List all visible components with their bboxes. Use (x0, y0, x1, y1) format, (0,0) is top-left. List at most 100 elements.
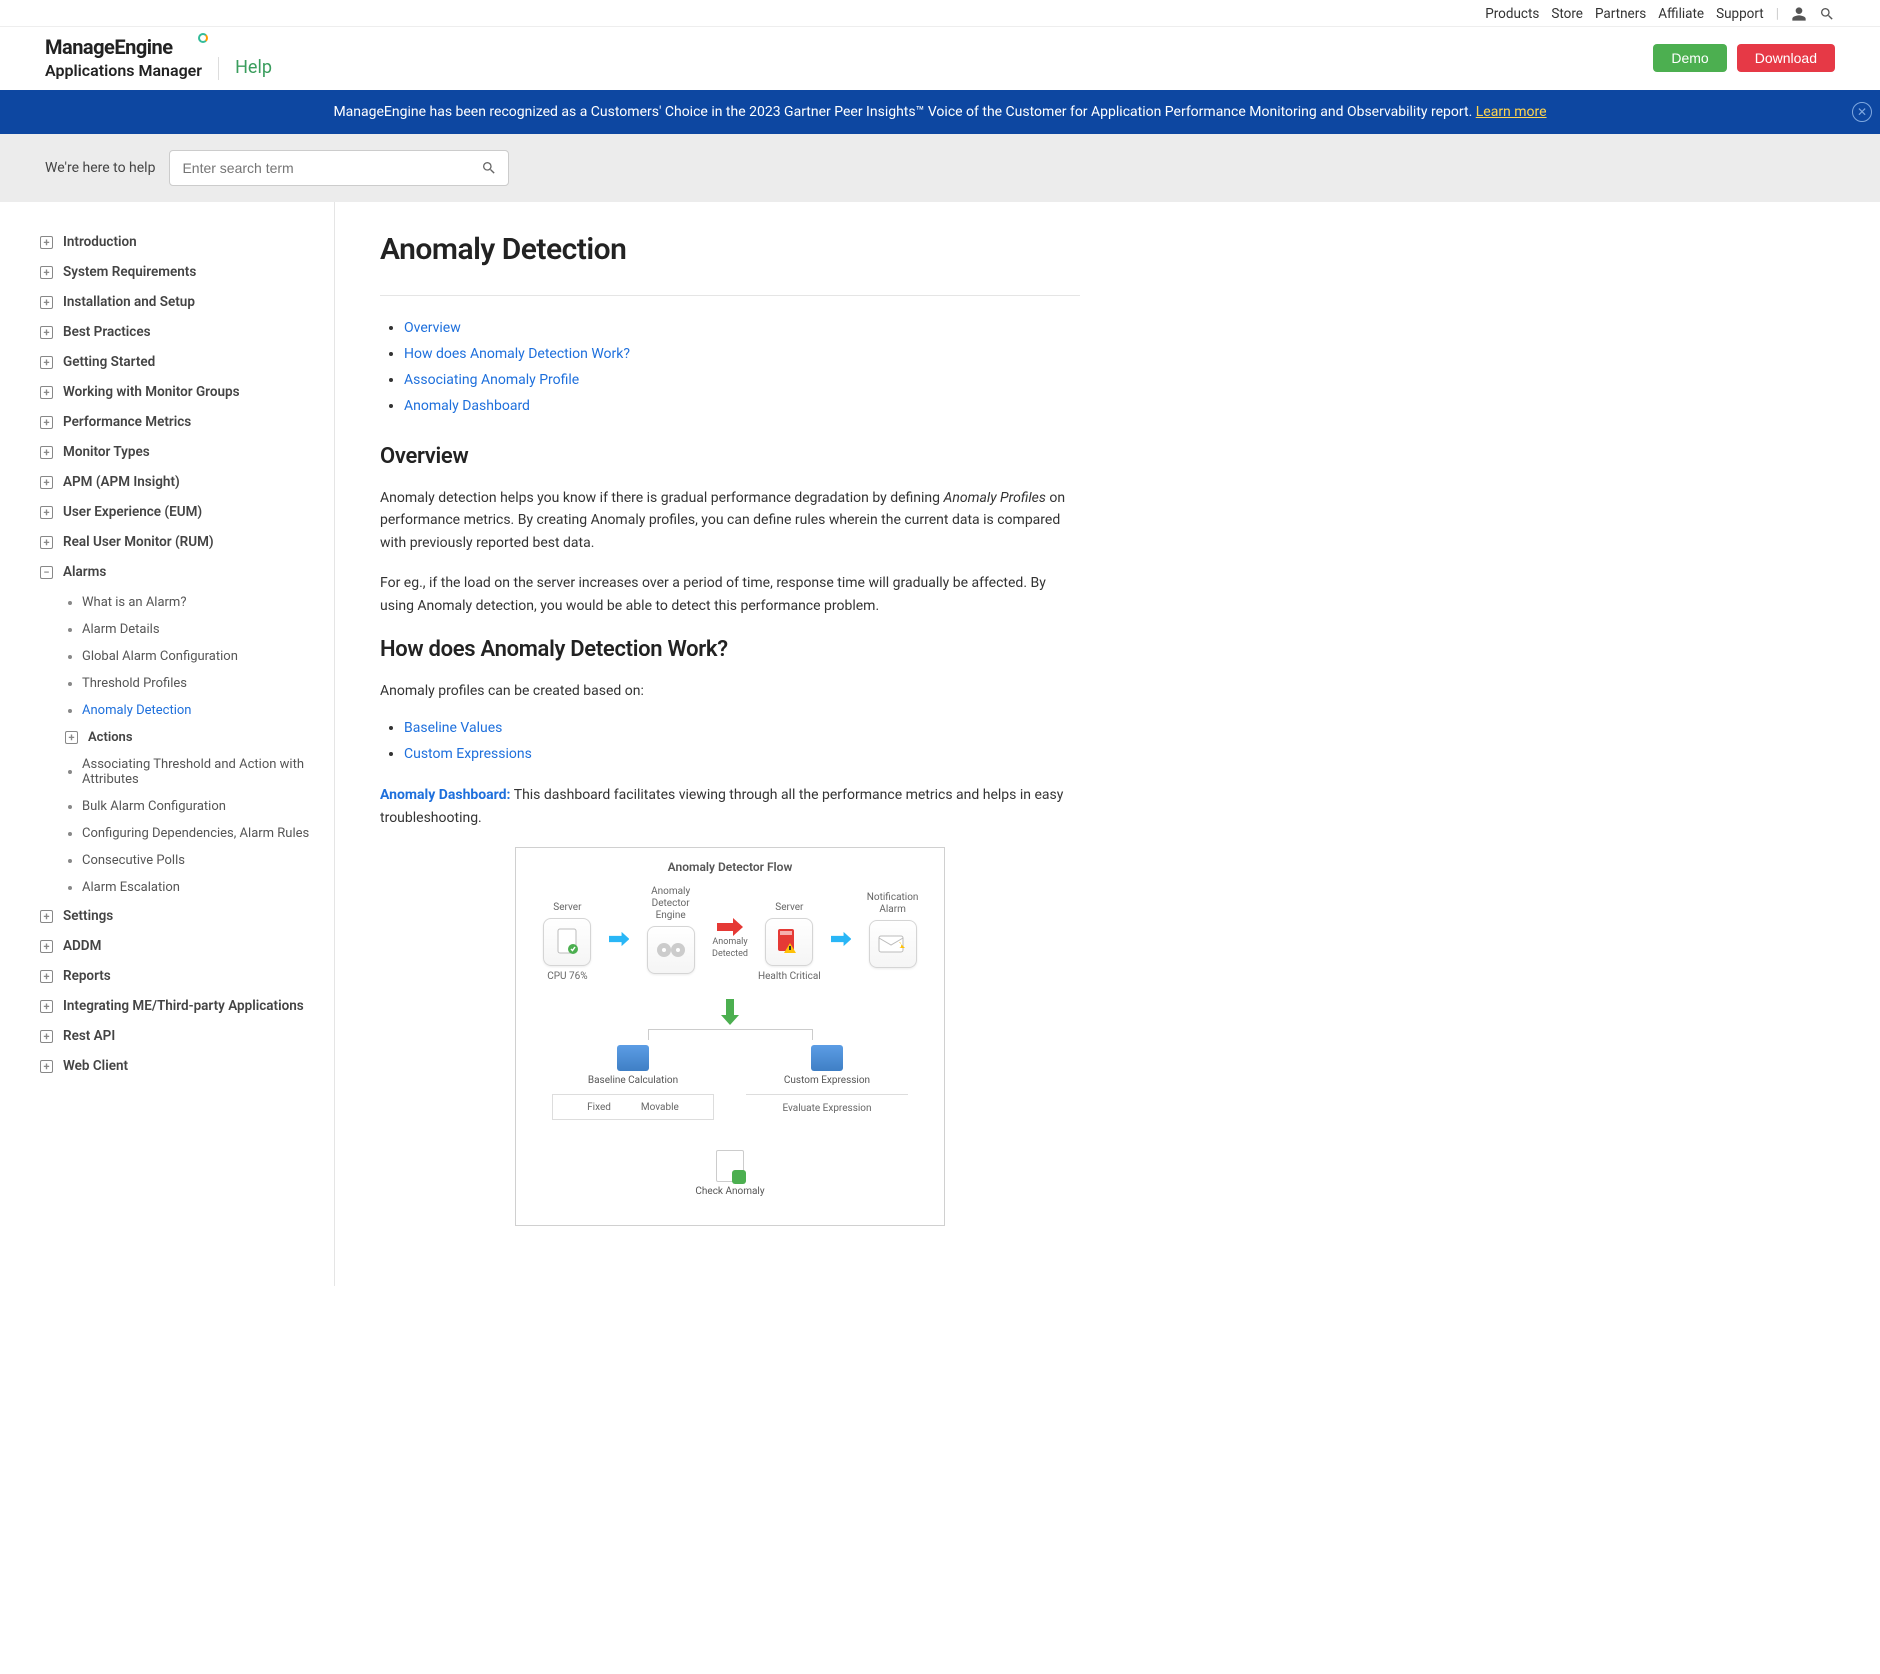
nav-tree: +Introduction +System Requirements +Inst… (40, 227, 319, 1081)
tree-item[interactable]: +Best Practices (40, 317, 319, 347)
header-buttons: Demo Download (1653, 44, 1835, 72)
manageengine-logo: ManageEngine (45, 35, 202, 59)
tree-item[interactable]: +Getting Started (40, 347, 319, 377)
header: ManageEngine Applications Manager Help D… (0, 27, 1880, 90)
plus-icon: + (40, 236, 53, 249)
banner-learn-more-link[interactable]: Learn more (1476, 104, 1547, 120)
toc: Overview How does Anomaly Detection Work… (380, 320, 1080, 414)
tree-item[interactable]: +Working with Monitor Groups (40, 377, 319, 407)
plus-icon: + (40, 356, 53, 369)
custom-expr-link[interactable]: Custom Expressions (404, 746, 532, 762)
tree-item[interactable]: +Installation and Setup (40, 287, 319, 317)
sub-item[interactable]: Alarm Details (68, 616, 319, 643)
content: Anomaly Detection Overview How does Anom… (335, 202, 1125, 1286)
plus-icon: + (40, 446, 53, 459)
arrow-icon (609, 930, 629, 948)
plus-icon: + (65, 731, 78, 744)
nav-store[interactable]: Store (1551, 6, 1583, 22)
flow-row-1: Server CPU 76% Anomaly Detector Engine A… (536, 886, 924, 991)
sub-item[interactable]: Threshold Profiles (68, 670, 319, 697)
search-bar: We're here to help (0, 134, 1880, 202)
sub-item[interactable]: What is an Alarm? (68, 589, 319, 616)
tree-item[interactable]: +Real User Monitor (RUM) (40, 527, 319, 557)
tree-item[interactable]: +Introduction (40, 227, 319, 257)
search-box (169, 150, 509, 186)
sidebar: +Introduction +System Requirements +Inst… (0, 202, 335, 1286)
plus-icon: + (40, 536, 53, 549)
plus-icon: + (40, 1030, 53, 1043)
search-icon[interactable] (1819, 6, 1835, 22)
alarms-children: What is an Alarm? Alarm Details Global A… (40, 589, 319, 901)
download-button[interactable]: Download (1737, 44, 1835, 72)
banner-text: ManageEngine has been recognized as a Cu… (333, 104, 1475, 120)
plus-icon: + (40, 296, 53, 309)
branch-custom: Custom Expression Evaluate Expression (746, 1045, 909, 1120)
connector (648, 1029, 813, 1039)
sub-item-actions[interactable]: +Actions (68, 724, 319, 751)
demo-button[interactable]: Demo (1653, 44, 1726, 72)
close-icon[interactable]: ✕ (1852, 102, 1872, 122)
sub-item[interactable]: Configuring Dependencies, Alarm Rules (68, 820, 319, 847)
file-search-icon (716, 1150, 744, 1182)
sub-item[interactable]: Associating Threshold and Action with At… (68, 751, 319, 793)
minus-icon: − (40, 566, 53, 579)
toc-link[interactable]: Anomaly Dashboard (404, 398, 530, 414)
toc-link[interactable]: How does Anomaly Detection Work? (404, 346, 630, 362)
page-title: Anomaly Detection (380, 232, 1080, 267)
sub-item[interactable]: Alarm Escalation (68, 874, 319, 901)
tree-item[interactable]: +Monitor Types (40, 437, 319, 467)
tree-item-alarms[interactable]: −Alarms (40, 557, 319, 587)
user-icon[interactable] (1791, 6, 1807, 22)
toc-link[interactable]: Overview (404, 320, 461, 336)
node-notification: Notification Alarm (861, 892, 924, 985)
search-input[interactable] (169, 150, 509, 186)
flow-diagram: Anomaly Detector Flow Server CPU 76% Ano… (515, 847, 945, 1226)
branch-row: Baseline Calculation Fixed Movable Custo… (536, 1045, 924, 1120)
sub-item-anomaly-detection[interactable]: Anomaly Detection (68, 697, 319, 724)
help-label: Help (218, 57, 272, 80)
overview-p2: For eg., if the load on the server incre… (380, 572, 1080, 617)
top-nav: Products Store Partners Affiliate Suppor… (0, 0, 1880, 27)
header-left: ManageEngine Applications Manager Help (45, 35, 272, 80)
tree-item[interactable]: +Web Client (40, 1051, 319, 1081)
tree-item[interactable]: +Settings (40, 901, 319, 931)
nav-support[interactable]: Support (1716, 6, 1764, 22)
plus-icon: + (40, 940, 53, 953)
arrow-icon (831, 930, 851, 948)
baseline-link[interactable]: Baseline Values (404, 720, 502, 736)
node-server-1: Server CPU 76% (536, 894, 599, 983)
tree-item[interactable]: +APM (APM Insight) (40, 467, 319, 497)
expr-icon (811, 1045, 843, 1071)
arrow-anomaly-detected: Anomaly Detected (712, 918, 748, 960)
tree-item[interactable]: +ADDM (40, 931, 319, 961)
branch-baseline: Baseline Calculation Fixed Movable (552, 1045, 715, 1120)
tree-item[interactable]: +Rest API (40, 1021, 319, 1051)
nav-products[interactable]: Products (1485, 6, 1539, 22)
nav-partners[interactable]: Partners (1595, 6, 1646, 22)
anomaly-dashboard-link[interactable]: Anomaly Dashboard: (380, 787, 511, 803)
tree-item[interactable]: +Performance Metrics (40, 407, 319, 437)
tree-item[interactable]: +Integrating ME/Third-party Applications (40, 991, 319, 1021)
overview-p1: Anomaly detection helps you know if ther… (380, 487, 1080, 554)
overview-heading: Overview (380, 444, 1080, 469)
announcement-banner: ManageEngine has been recognized as a Cu… (0, 90, 1880, 134)
plus-icon: + (40, 266, 53, 279)
sub-item[interactable]: Consecutive Polls (68, 847, 319, 874)
title-divider (380, 295, 1080, 296)
logo-block[interactable]: ManageEngine Applications Manager (45, 35, 202, 80)
toc-link[interactable]: Associating Anomaly Profile (404, 372, 579, 388)
nav-affiliate[interactable]: Affiliate (1658, 6, 1704, 22)
sub-item[interactable]: Bulk Alarm Configuration (68, 793, 319, 820)
search-help-label: We're here to help (45, 160, 155, 176)
plus-icon: + (40, 506, 53, 519)
tree-item[interactable]: +User Experience (EUM) (40, 497, 319, 527)
search-submit-icon[interactable] (481, 160, 497, 176)
sub-item[interactable]: Global Alarm Configuration (68, 643, 319, 670)
diagram-title: Anomaly Detector Flow (536, 860, 924, 874)
tree-item[interactable]: +System Requirements (40, 257, 319, 287)
plus-icon: + (40, 1060, 53, 1073)
how-p2: Anomaly Dashboard: This dashboard facili… (380, 784, 1080, 829)
plus-icon: + (40, 1000, 53, 1013)
tree-item[interactable]: +Reports (40, 961, 319, 991)
plus-icon: + (40, 476, 53, 489)
